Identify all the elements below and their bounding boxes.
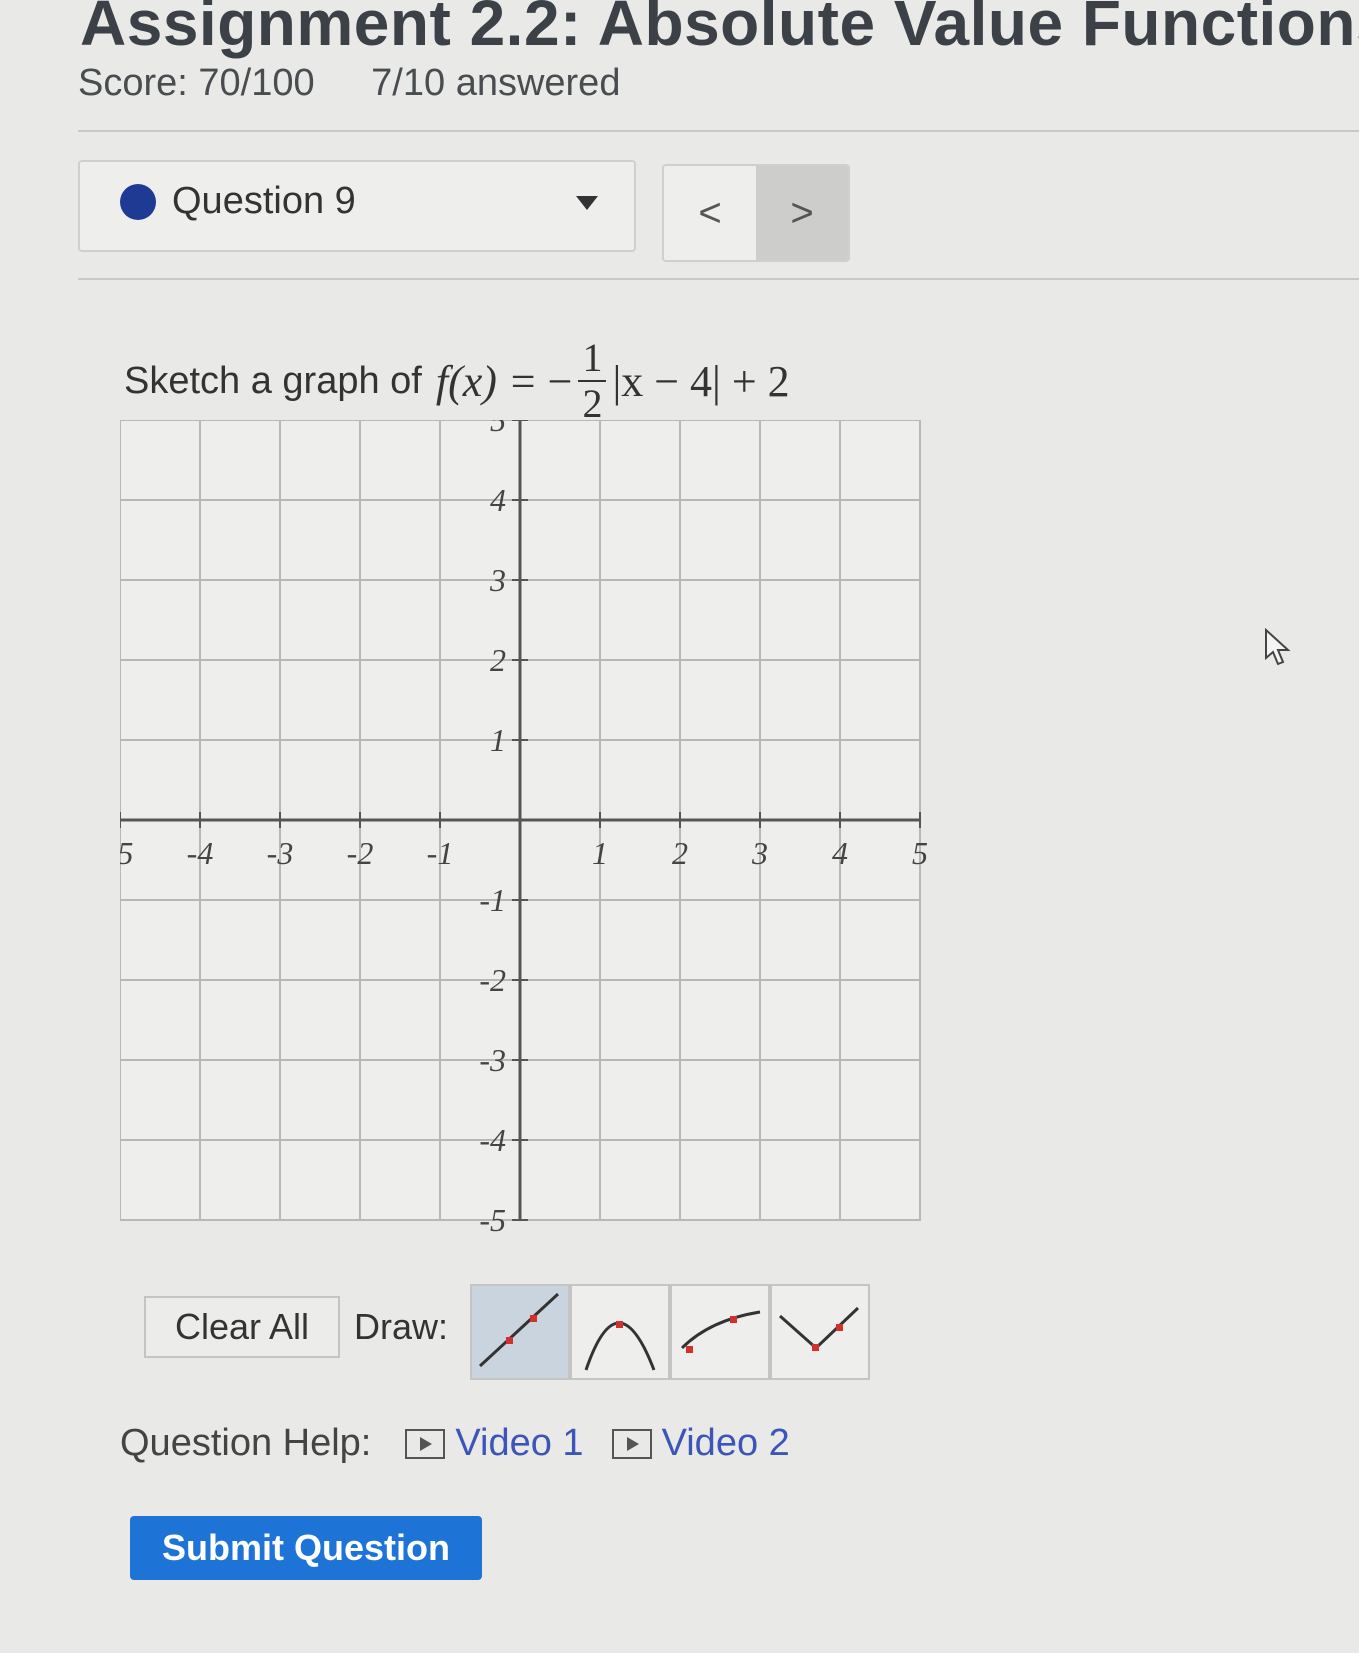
x-tick-label: 2 xyxy=(672,835,688,871)
caret-down-icon xyxy=(576,196,598,210)
x-tick-label: 1 xyxy=(592,835,608,871)
parabola-tool-icon xyxy=(584,1321,656,1371)
answered-text: 7/10 answered xyxy=(371,62,621,104)
y-tick-label: 3 xyxy=(489,562,506,598)
x-tick-label: -1 xyxy=(427,835,454,871)
x-tick-label: 5 xyxy=(912,835,928,871)
video-icon xyxy=(611,1428,652,1459)
question-prompt: Sketch a graph of f(x) = − 1 2 |x − 4| +… xyxy=(124,336,790,426)
absolute-value-tool-button[interactable] xyxy=(770,1284,870,1380)
x-tick-label: 3 xyxy=(751,835,768,871)
divider xyxy=(78,130,1359,132)
video-1-link[interactable]: Video 1 xyxy=(405,1422,584,1465)
function-rhs: |x − 4| + 2 xyxy=(612,356,790,406)
score-text: Score: 70/100 xyxy=(78,62,315,104)
next-question-button[interactable]: > xyxy=(756,166,848,260)
y-tick-label: -5 xyxy=(479,1202,506,1238)
score-line: Score: 70/100 7/10 answered xyxy=(78,62,666,105)
absolute-value-tool-icon xyxy=(779,1306,860,1351)
mouse-pointer-icon xyxy=(1265,628,1291,666)
curve-tool-button[interactable] xyxy=(670,1284,770,1380)
question-select-label: Question 9 xyxy=(172,180,356,222)
chevron-left-icon: < xyxy=(698,190,722,235)
graph-canvas[interactable]: -5 -4 -3 -2 -1 1 2 3 4 5 5 4 3 2 1 -1 -2 -3 -4 -5 xyxy=(120,420,980,1280)
y-tick-label: 2 xyxy=(490,642,506,678)
parabola-tool-button[interactable] xyxy=(570,1284,670,1380)
y-tick-label: 1 xyxy=(490,722,506,758)
y-tick-label: 4 xyxy=(490,482,506,518)
line-tool-button[interactable] xyxy=(470,1284,570,1380)
y-tick-label: -4 xyxy=(479,1122,506,1158)
video-1-label: Video 1 xyxy=(455,1422,584,1464)
video-2-label: Video 2 xyxy=(661,1422,790,1464)
question-help: Question Help: Video 1 Video 2 xyxy=(120,1422,790,1465)
y-tick-label: 5 xyxy=(490,420,506,438)
y-tick-label: -3 xyxy=(479,1042,506,1078)
clear-all-button[interactable]: Clear All xyxy=(144,1296,340,1358)
x-tick-label: -3 xyxy=(267,835,294,871)
function-lhs: f(x) = xyxy=(435,356,538,406)
video-2-link[interactable]: Video 2 xyxy=(611,1422,790,1465)
question-nav: < > xyxy=(662,164,850,262)
function-expression: f(x) = − 1 2 |x − 4| + 2 xyxy=(436,336,790,426)
submit-question-button[interactable]: Submit Question xyxy=(130,1516,482,1580)
coef-numerator: 1 xyxy=(578,336,607,382)
x-tick-label: -4 xyxy=(187,835,214,871)
chevron-right-icon: > xyxy=(790,190,814,235)
question-status-dot xyxy=(120,184,156,220)
help-label: Question Help: xyxy=(120,1422,372,1464)
divider xyxy=(78,278,1359,280)
prompt-text: Sketch a graph of xyxy=(124,359,422,402)
x-tick-label: -2 xyxy=(347,835,374,871)
video-icon xyxy=(405,1428,446,1459)
draw-label: Draw: xyxy=(354,1306,449,1347)
prev-question-button[interactable]: < xyxy=(664,166,756,260)
coef-fraction: 1 2 xyxy=(578,336,607,426)
y-tick-label: -1 xyxy=(479,882,506,918)
x-tick-label: -5 xyxy=(120,835,133,871)
curve-tool-icon xyxy=(680,1310,761,1353)
coef-sign: − xyxy=(547,356,573,406)
line-tool-icon xyxy=(478,1292,560,1368)
question-select[interactable]: Question 9 xyxy=(78,160,636,252)
x-tick-label: 4 xyxy=(832,835,848,871)
assignment-title: Assignment 2.2: Absolute Value Functions xyxy=(80,0,1359,59)
y-tick-label: -2 xyxy=(479,962,506,998)
